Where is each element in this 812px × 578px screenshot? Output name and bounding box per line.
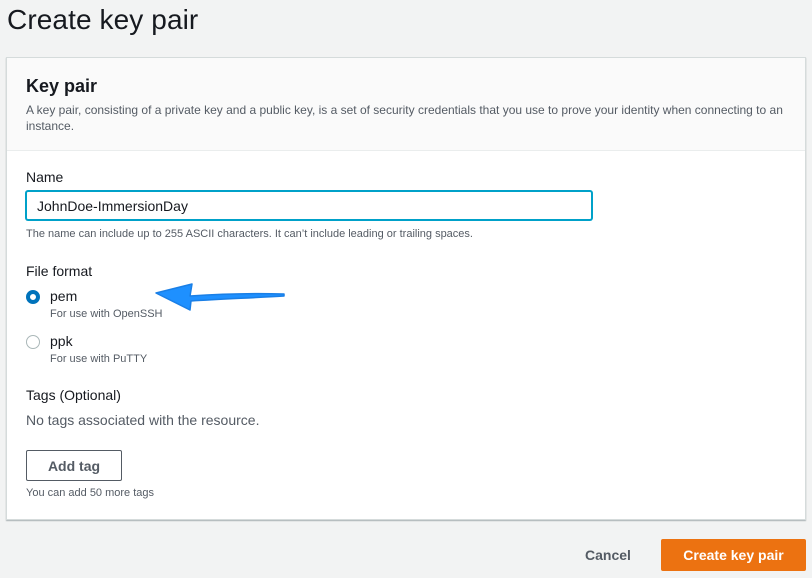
name-hint: The name can include up to 255 ASCII cha… [26, 228, 473, 240]
arrow-left-icon [155, 283, 285, 311]
radio-button-ppk[interactable] [26, 335, 40, 349]
radio-description-pem: For use with OpenSSH [50, 308, 163, 320]
file-format-label: File format [26, 263, 93, 279]
name-input[interactable] [26, 191, 592, 220]
add-tag-button[interactable]: Add tag [26, 450, 122, 481]
panel-description: A key pair, consisting of a private key … [26, 103, 783, 133]
page-title: Create key pair [7, 4, 199, 35]
create-key-pair-button[interactable]: Create key pair [661, 539, 806, 571]
panel-header: Key pair A key pair, consisting of a pri… [7, 58, 805, 151]
key-pair-panel: Key pair A key pair, consisting of a pri… [6, 57, 806, 520]
radio-description-ppk: For use with PuTTY [50, 353, 148, 365]
tags-label: Tags (Optional) [26, 387, 121, 403]
name-label: Name [26, 169, 64, 185]
tags-hint: You can add 50 more tags [26, 487, 155, 499]
cancel-button[interactable]: Cancel [571, 540, 645, 570]
radio-label-pem: pem [50, 288, 78, 304]
tags-empty-text: No tags associated with the resource. [26, 412, 260, 428]
panel-title: Key pair [26, 76, 98, 96]
radio-label-ppk: ppk [50, 333, 73, 349]
radio-button-pem[interactable] [26, 290, 40, 304]
